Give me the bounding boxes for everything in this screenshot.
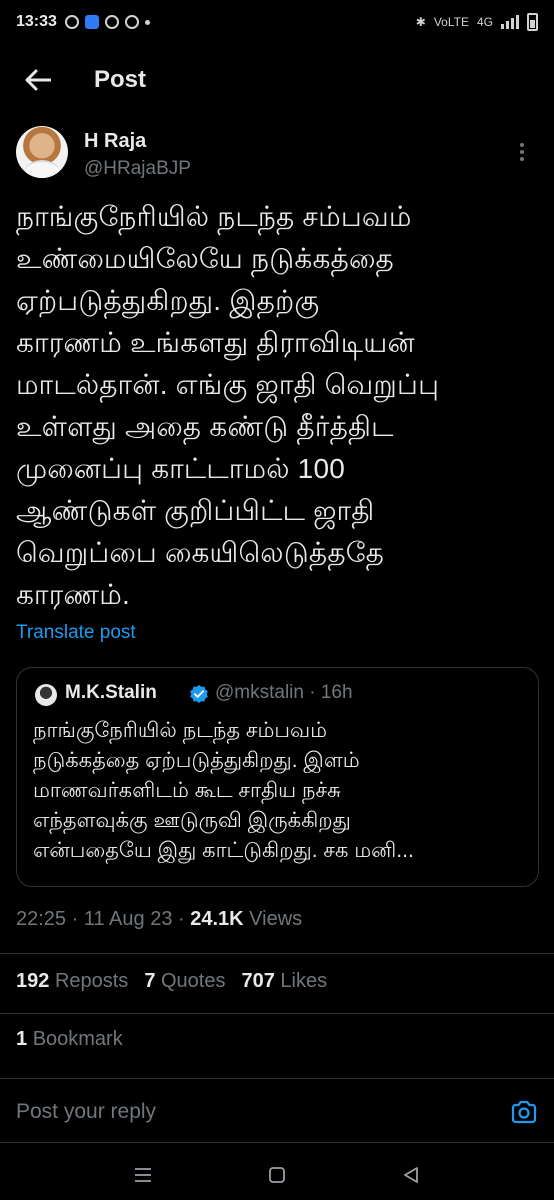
bookmarks-label: Bookmark xyxy=(32,1028,123,1050)
post-time: 22:25 xyxy=(16,908,67,930)
divider xyxy=(0,953,554,954)
post-text-line: நாங்குநேரியில் நடந்த சம்பவம் xyxy=(16,201,412,232)
back-button[interactable] xyxy=(20,62,56,98)
divider xyxy=(0,1142,554,1143)
bookmarks-stat[interactable]: 1 Bookmark xyxy=(16,1028,123,1051)
post-date: 11 Aug 23 xyxy=(83,908,173,930)
status-bar: 13:33 ✱ VoLTE 4G xyxy=(0,0,554,44)
notification-icons xyxy=(64,15,150,29)
quote-handle-time: @mkstalin · 16h xyxy=(215,682,353,703)
translate-post-link[interactable]: Translate post xyxy=(16,622,136,644)
quote-author-name: M.K.Stalin xyxy=(65,682,157,703)
divider xyxy=(0,1013,554,1014)
browser-icon xyxy=(104,15,119,29)
avatar[interactable] xyxy=(16,126,68,178)
quote-text-line: நடுக்கத்தை ஏற்படுத்துகிறது. இளம் xyxy=(33,749,360,772)
quote-text-line: எந்தளவுக்கு ஊடுருவி இருக்கிறது xyxy=(33,809,351,832)
post-stats: 192 Reposts 7 Quotes 707 Likes xyxy=(16,970,327,993)
signal-icon xyxy=(501,15,519,29)
bluetooth-icon: ✱ xyxy=(415,15,426,29)
quote-text-line: நாங்குநேரியில் நடந்த சம்பவம் xyxy=(33,719,328,742)
post-text: நாங்குநேரியில் நடந்த சம்பவம் உண்மையிலேயே… xyxy=(16,196,546,616)
bookmarks-count: 1 xyxy=(16,1028,28,1050)
system-icons: ✱ VoLTE 4G xyxy=(416,13,538,31)
volte-label: VoLTE xyxy=(433,15,469,29)
quote-text-line: மாணவர்களிடம் கூட சாதிய நச்சு xyxy=(33,779,341,802)
quotes-label: Quotes xyxy=(161,970,226,992)
quote-avatar xyxy=(35,684,57,706)
post-author: H Raja @HRajaBJP xyxy=(16,126,538,182)
more-options-button[interactable] xyxy=(510,140,534,164)
nav-back-button[interactable] xyxy=(396,1160,426,1190)
back-arrow-icon xyxy=(25,69,51,91)
post-text-line: வெறுப்பை கையிலெடுத்ததே xyxy=(16,537,385,568)
camera-icon[interactable] xyxy=(510,1098,538,1126)
views-count[interactable]: 24.1K xyxy=(190,908,243,930)
quote-text-line: என்பதையே இது காட்டுகிறது. சக மனி... xyxy=(33,839,414,862)
post-text-line: உள்ளது அதை கண்டு தீர்த்திட xyxy=(16,411,394,442)
app-notification-icon xyxy=(84,15,99,29)
post-text-line: காரணம். xyxy=(16,579,130,610)
more-notifications-icon xyxy=(144,19,150,25)
network-label: 4G xyxy=(476,15,493,29)
likes-stat[interactable]: 707 Likes xyxy=(241,970,327,993)
likes-label: Likes xyxy=(280,970,328,992)
reply-input[interactable] xyxy=(16,1096,476,1128)
author-name[interactable]: H Raja xyxy=(84,130,146,153)
more-vertical-icon xyxy=(520,143,524,147)
nav-home-icon xyxy=(269,1167,285,1183)
post-text-line: ஆண்டுகள் குறிப்பிட்ட ஜாதி xyxy=(16,495,375,526)
app-header: Post xyxy=(0,52,554,108)
post-text-line: மாடல்தான். எங்கு ஜாதி வெறுப்பு xyxy=(16,369,440,400)
reposts-stat[interactable]: 192 Reposts xyxy=(16,970,128,993)
post-text-line: ஏற்படுத்துகிறது. இதற்கு xyxy=(16,285,320,316)
nav-menu-icon xyxy=(135,1168,151,1182)
whatsapp-icon xyxy=(64,15,79,29)
system-nav-bar xyxy=(0,1150,554,1200)
nav-back-icon xyxy=(404,1167,418,1183)
page-title: Post xyxy=(94,66,147,93)
game-icon xyxy=(124,15,139,29)
reposts-count: 192 xyxy=(16,970,50,992)
reposts-label: Reposts xyxy=(54,970,129,992)
reply-bar xyxy=(0,1084,554,1140)
post-text-line: காரணம் உங்களது திராவிடியன் xyxy=(16,327,415,358)
verified-icon xyxy=(190,684,208,704)
nav-menu-button[interactable] xyxy=(128,1160,158,1190)
post-text-line: முனைப்பு காட்டாமல் 100 xyxy=(16,453,345,484)
author-handle[interactable]: @HRajaBJP xyxy=(84,158,191,180)
likes-count: 707 xyxy=(241,970,275,992)
quotes-count: 7 xyxy=(144,970,156,992)
battery-icon xyxy=(527,13,538,31)
quote-text: நாங்குநேரியில் நடந்த சம்பவம் நடுக்கத்தை … xyxy=(33,716,533,866)
post-meta: 22:25 · 11 Aug 23 · 24.1K Views xyxy=(16,908,303,930)
post-text-line: உண்மையிலேயே நடுக்கத்தை xyxy=(16,243,394,274)
views-label: Views xyxy=(249,908,303,930)
nav-home-button[interactable] xyxy=(262,1160,292,1190)
quotes-stat[interactable]: 7 Quotes xyxy=(144,970,225,993)
status-time: 13:33 xyxy=(16,13,57,30)
quoted-post[interactable]: M.K.Stalin @mkstalin · 16h நாங்குநேரியில… xyxy=(16,667,539,887)
divider xyxy=(0,1078,554,1079)
